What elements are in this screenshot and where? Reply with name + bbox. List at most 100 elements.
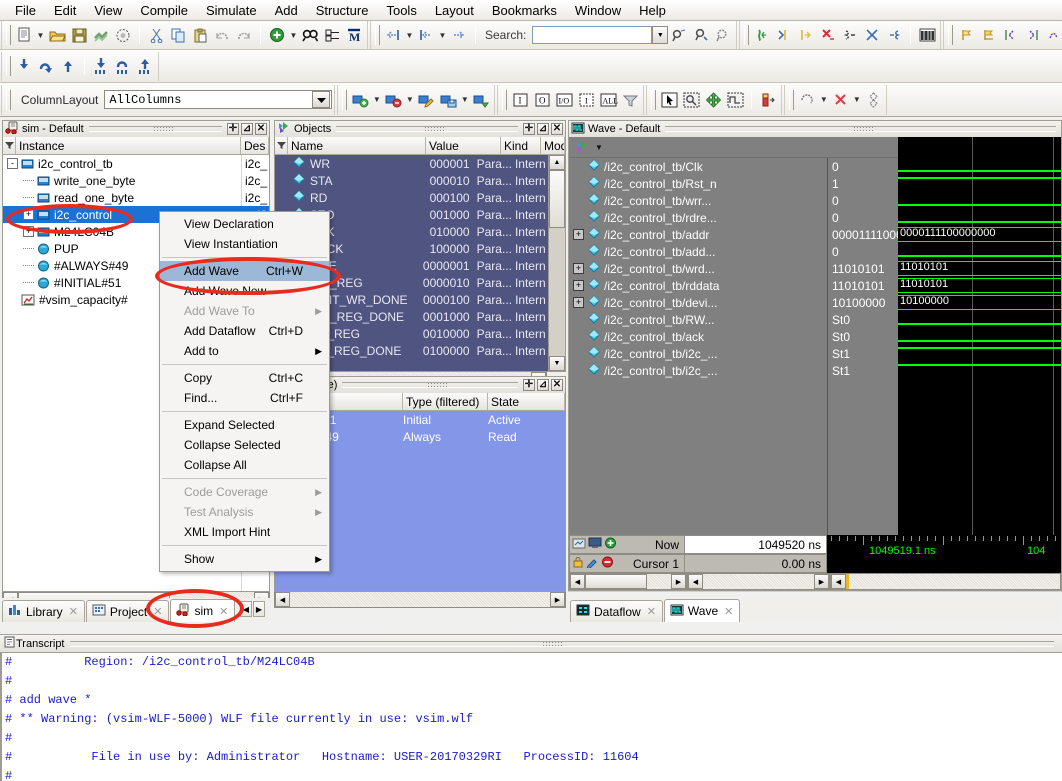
signal-out-icon[interactable]: O <box>531 89 553 111</box>
expand-collapse-icon[interactable] <box>321 24 343 46</box>
filter-icon[interactable] <box>3 137 16 154</box>
tab-scroll-right-icon[interactable]: ▶ <box>253 601 265 617</box>
compile-all-icon[interactable] <box>112 24 134 46</box>
refresh-layout-icon[interactable] <box>862 89 884 111</box>
tab-dataflow[interactable]: Dataflow✕ <box>570 600 663 622</box>
tab-wave[interactable]: Wave✕ <box>664 599 740 622</box>
search-input[interactable] <box>532 26 652 44</box>
signal-inout-icon[interactable]: I/O <box>553 89 575 111</box>
menu-structure[interactable]: Structure <box>307 1 378 20</box>
tab-project[interactable]: Project✕ <box>86 600 170 622</box>
edit-cursor-icon[interactable] <box>586 556 599 571</box>
ctx-menu-item-show[interactable]: Show▶ <box>160 549 329 569</box>
objects-vscrollbar[interactable]: ▲ ▼ <box>548 155 565 371</box>
transcript-output[interactable]: # Region: /i2c_control_tb/M24LC04B## add… <box>0 652 1062 781</box>
objects-col-value[interactable]: Value <box>426 137 501 154</box>
scroll-left-icon[interactable]: ◀ <box>570 574 585 589</box>
wave-signal-row[interactable]: /i2c_control_tb/i2c_... <box>569 362 827 379</box>
find-next-transition-icon[interactable] <box>35 55 57 77</box>
objects-col-kind[interactable]: Kind <box>501 137 541 154</box>
ctx-menu-item-collapse-selected[interactable]: Collapse Selected <box>160 435 329 455</box>
wave-add-icon[interactable] <box>349 89 371 111</box>
menu-help[interactable]: Help <box>630 1 675 20</box>
scroll-track[interactable] <box>849 574 1060 589</box>
close-icon[interactable]: ✕ <box>551 379 563 391</box>
wave-signal-row[interactable]: /i2c_control_tb/add... <box>569 243 827 260</box>
run-all-icon[interactable] <box>795 24 817 46</box>
paste-icon[interactable] <box>189 24 211 46</box>
dock-icon[interactable]: ✛ <box>227 123 239 135</box>
signal-in-icon[interactable]: I <box>509 89 531 111</box>
new-file-icon[interactable] <box>13 24 35 46</box>
tree-expander-icon[interactable]: + <box>23 226 34 237</box>
save-wave-icon[interactable] <box>572 537 586 552</box>
step-icon[interactable] <box>382 24 404 46</box>
toolbar-grip[interactable] <box>502 90 507 110</box>
dock-icon[interactable]: ✛ <box>523 379 535 391</box>
tab-library[interactable]: Library✕ <box>2 600 85 622</box>
ctx-menu-item-view-instantiation[interactable]: View Instantiation <box>160 234 329 254</box>
menu-add[interactable]: Add <box>266 1 307 20</box>
tab-close-icon[interactable]: ✕ <box>724 605 733 618</box>
continue-icon[interactable] <box>448 24 470 46</box>
grid-icon[interactable] <box>916 24 938 46</box>
wave-cursor-icon[interactable] <box>1043 24 1062 46</box>
restart-icon[interactable] <box>839 24 861 46</box>
menu-file[interactable]: File <box>6 1 45 20</box>
compile-icon[interactable] <box>90 24 112 46</box>
zoom-tool-icon[interactable] <box>680 89 702 111</box>
filter-icon[interactable] <box>275 137 288 154</box>
wave-expander-icon[interactable]: + <box>573 297 584 308</box>
scroll-left-icon[interactable]: ◀ <box>275 592 290 607</box>
wave-signal-row[interactable]: /i2c_control_tb/wrr... <box>569 192 827 209</box>
wave-add-dropdown-icon[interactable]: ▼ <box>371 89 382 111</box>
delete-layout-dropdown-icon[interactable]: ▼ <box>851 89 862 111</box>
wave-delete-icon[interactable] <box>382 89 404 111</box>
wave-canvas[interactable]: 0000111100000000110101011101010110100000 <box>898 137 1061 590</box>
search-prev-icon[interactable] <box>668 24 690 46</box>
sim-tree-row[interactable]: read_one_bytei2c_ <box>3 189 269 206</box>
wave-save-dropdown-icon[interactable]: ▼ <box>459 89 470 111</box>
ctx-menu-item-collapse-all[interactable]: Collapse All <box>160 455 329 475</box>
scroll-track[interactable] <box>703 574 814 589</box>
add-icon[interactable] <box>266 24 288 46</box>
menu-edit[interactable]: Edit <box>45 1 85 20</box>
scroll-track[interactable] <box>647 574 671 589</box>
toolbar-grip[interactable] <box>651 90 656 110</box>
wave-signal-row[interactable]: /i2c_control_tb/i2c_... <box>569 345 827 362</box>
search-next-icon[interactable] <box>690 24 712 46</box>
close-icon[interactable]: ✕ <box>551 123 563 135</box>
menu-bookmarks[interactable]: Bookmarks <box>483 1 566 20</box>
ctx-menu-item-view-declaration[interactable]: View Declaration <box>160 214 329 234</box>
wave-objects-icon[interactable] <box>575 139 591 156</box>
columnlayout-select[interactable]: AllColumns <box>104 90 332 109</box>
objects-row[interactable]: RD000100Para...Intern <box>275 189 547 206</box>
menu-tools[interactable]: Tools <box>377 1 425 20</box>
select-tool-icon[interactable] <box>658 89 680 111</box>
toolbar-grip[interactable] <box>6 56 11 76</box>
objects-row[interactable]: STA000010Para...Intern <box>275 172 547 189</box>
wave-signal-row[interactable]: +/i2c_control_tb/devi... <box>569 294 827 311</box>
redo-layout-dropdown-icon[interactable]: ▼ <box>818 89 829 111</box>
ctx-menu-item-copy[interactable]: CopyCtrl+C <box>160 368 329 388</box>
step-out-icon[interactable] <box>883 24 905 46</box>
undo-icon[interactable] <box>211 24 233 46</box>
search-all-icon[interactable] <box>712 24 734 46</box>
run-continue-icon[interactable] <box>773 24 795 46</box>
objects-row[interactable]: WR000001Para...Intern <box>275 155 547 172</box>
save-icon[interactable] <box>68 24 90 46</box>
bookmark-goto-icon[interactable] <box>977 24 999 46</box>
find-falling-edge-icon[interactable] <box>13 55 35 77</box>
wave-signal-row[interactable]: +/i2c_control_tb/wrd... <box>569 260 827 277</box>
find-icon[interactable] <box>299 24 321 46</box>
new-file-dropdown-icon[interactable]: ▼ <box>35 24 46 46</box>
scroll-right-icon[interactable]: ▶ <box>814 574 829 589</box>
sim-tree-row[interactable]: -i2c_control_tbi2c_ <box>3 155 269 172</box>
wave-signal-row[interactable]: +/i2c_control_tb/rddata <box>569 277 827 294</box>
toolbar-grip[interactable] <box>6 90 11 110</box>
chevron-down-icon[interactable] <box>312 91 330 108</box>
search-dropdown-icon[interactable]: ▼ <box>652 26 668 44</box>
open-folder-icon[interactable] <box>46 24 68 46</box>
sim-col-design[interactable]: Des <box>241 137 269 154</box>
tab-sim[interactable]: sim✕ <box>170 599 235 622</box>
